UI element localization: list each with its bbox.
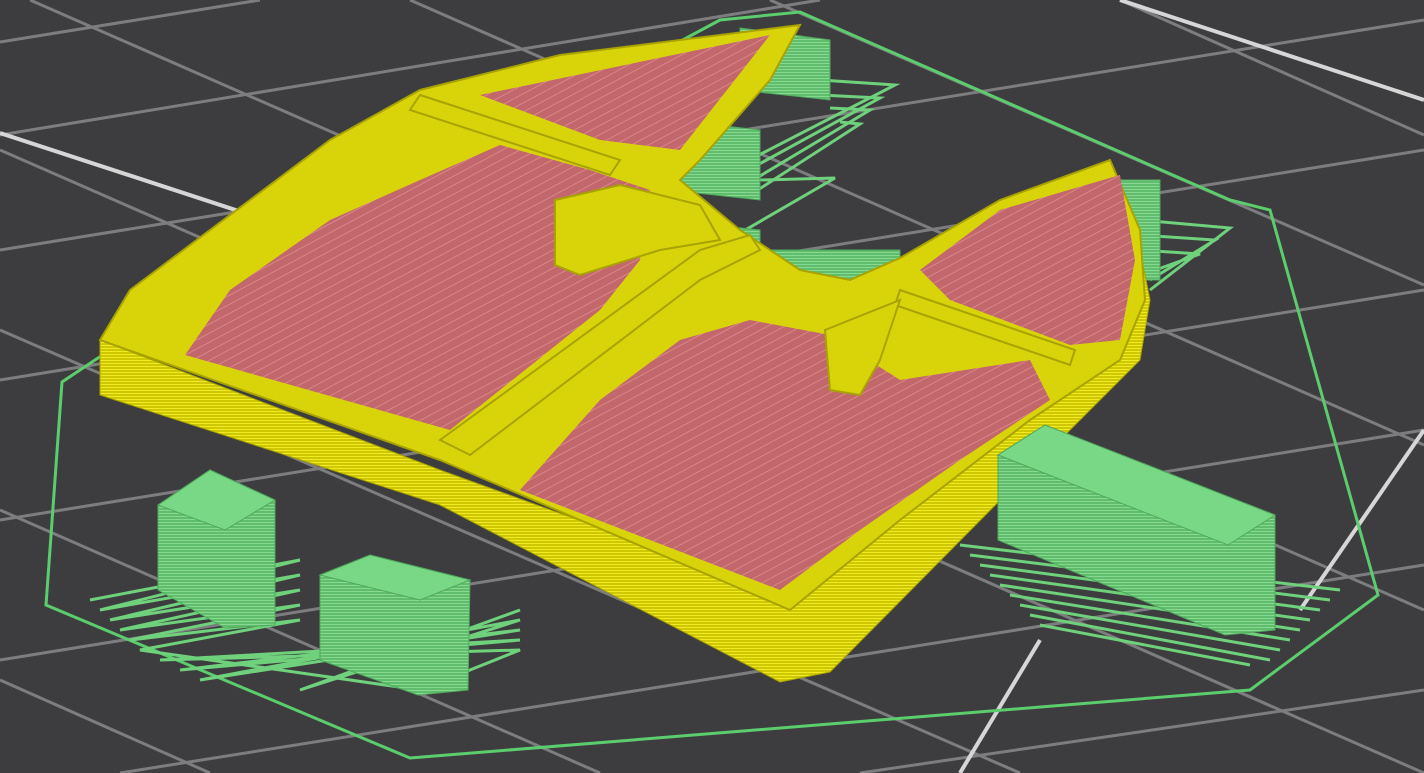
- 3d-preview-viewport[interactable]: [0, 0, 1424, 773]
- scene-canvas[interactable]: [0, 0, 1424, 773]
